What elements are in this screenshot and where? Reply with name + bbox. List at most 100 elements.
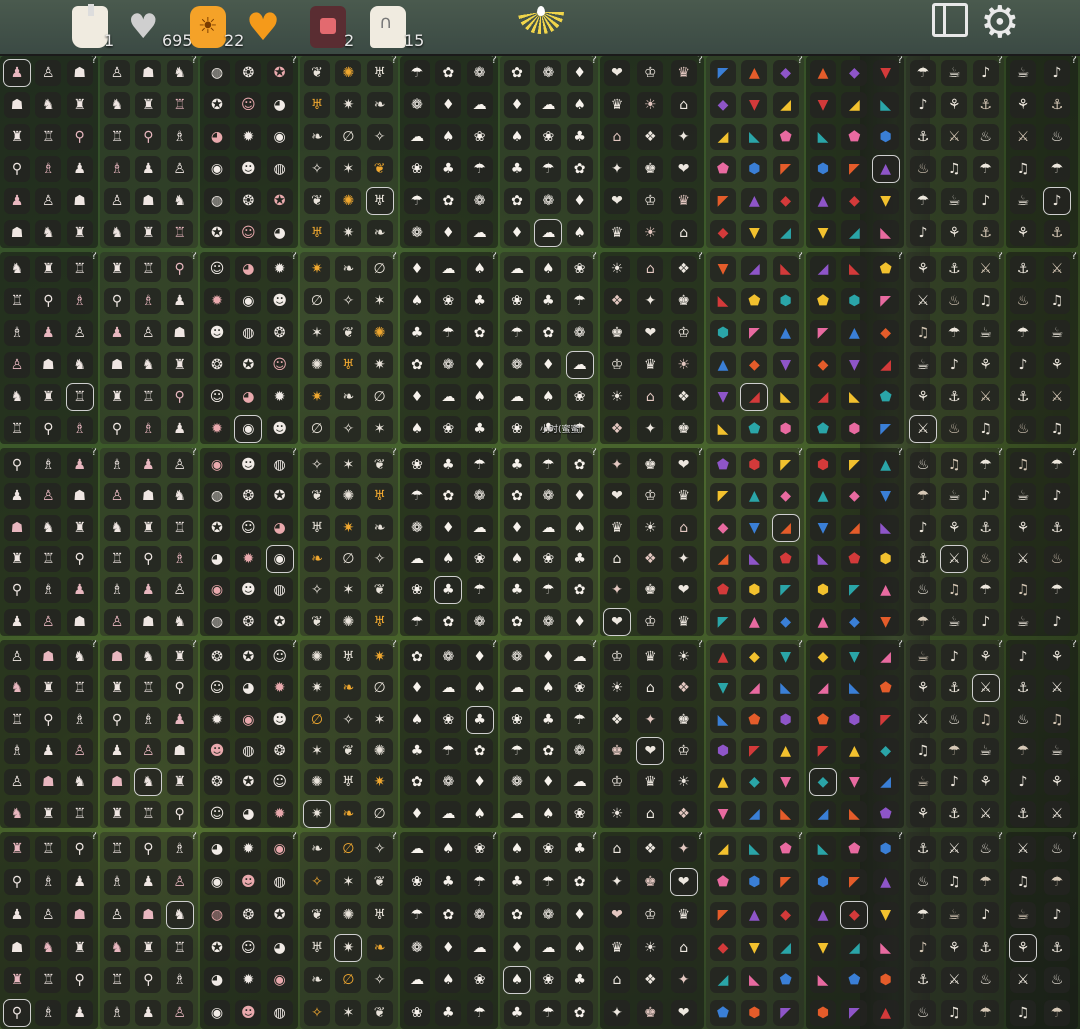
cosmetic-slot-outfits[interactable]: ♟ — [66, 577, 93, 604]
cosmetic-slot-capes[interactable]: ▼ — [741, 220, 768, 246]
cosmetic-slot-props[interactable]: ♪ — [910, 220, 936, 246]
cosmetic-slot-hats[interactable]: ♚ — [670, 416, 697, 442]
cosmetic-slot-outfits[interactable]: ♞ — [4, 675, 30, 702]
cosmetic-slot-capes[interactable]: ▲ — [810, 483, 836, 510]
cosmetic-slot-capes[interactable]: ⬢ — [741, 1000, 768, 1027]
cosmetic-slot-hairstyles[interactable]: ☁ — [404, 836, 430, 862]
cosmetic-slot-necklaces[interactable]: ♅ — [304, 934, 330, 961]
cosmetic-slot-necklaces[interactable]: ❧ — [366, 514, 393, 541]
cosmetic-slot-props[interactable]: ⚔ — [1010, 967, 1036, 994]
cosmetic-slot-hats[interactable]: ♛ — [670, 901, 697, 928]
cosmetic-slot-necklaces[interactable]: ❧ — [335, 675, 362, 702]
cosmetic-slot-capes[interactable]: ▼ — [872, 901, 899, 928]
cosmetic-slot-capes[interactable]: ⬟ — [741, 706, 768, 733]
cosmetic-slot-hats[interactable]: ❖ — [637, 124, 664, 150]
cosmetic-slot-hairstyles[interactable]: ☂ — [566, 288, 593, 314]
cosmetic-slot-hats[interactable]: ☀ — [637, 220, 664, 246]
cosmetic-slot-hairstyles[interactable]: ♦ — [535, 352, 562, 378]
cosmetic-slot-capes[interactable]: ⬟ — [741, 288, 768, 314]
cosmetic-slot-hairstyles[interactable]: ❁ — [504, 644, 530, 670]
cosmetic-slot-props[interactable]: ⚓ — [910, 967, 936, 994]
cosmetic-slot-outfits[interactable]: ♗ — [104, 868, 130, 895]
cosmetic-slot-props[interactable]: ♨ — [972, 836, 999, 862]
cosmetic-slot-capes[interactable]: ◤ — [772, 577, 799, 604]
cosmetic-slot-hairstyles[interactable]: ♣ — [504, 1000, 530, 1027]
cosmetic-slot-outfits[interactable]: ♖ — [35, 967, 62, 994]
cosmetic-slot-outfits[interactable]: ♞ — [66, 769, 93, 796]
cosmetic-slot-outfits[interactable]: ♞ — [134, 768, 163, 797]
cosmetic-slot-masks[interactable]: ◕ — [235, 256, 262, 282]
help-icon[interactable]: ? — [697, 56, 703, 66]
cosmetic-slot-capes[interactable]: ⬢ — [710, 738, 736, 764]
cosmetic-slot-capes[interactable]: ⬢ — [772, 416, 799, 442]
cosmetic-slot-hairstyles[interactable]: ♣ — [504, 156, 530, 182]
cosmetic-slot-hairstyles[interactable]: ♣ — [435, 452, 462, 478]
cosmetic-slot-outfits[interactable]: ♖ — [166, 92, 193, 118]
cosmetic-slot-capes[interactable]: ◣ — [810, 124, 836, 150]
cosmetic-slot-props[interactable]: ☕ — [1010, 60, 1036, 86]
cosmetic-slot-outfits[interactable]: ♖ — [166, 934, 193, 961]
cosmetic-slot-masks[interactable]: ☻ — [235, 452, 262, 478]
cosmetic-slot-hairstyles[interactable]: ♣ — [535, 706, 562, 733]
cosmetic-slot-hairstyles[interactable]: ☁ — [504, 384, 530, 410]
cosmetic-slot-outfits[interactable]: ♖ — [135, 800, 162, 827]
cosmetic-slot-props[interactable]: ⚓ — [972, 92, 999, 118]
cosmetic-slot-props[interactable]: ⚓ — [941, 800, 968, 827]
cosmetic-slot-capes[interactable]: ⬢ — [772, 288, 799, 314]
cosmetic-slot-hairstyles[interactable]: ☁ — [466, 220, 493, 246]
cosmetic-slot-capes[interactable]: ◣ — [841, 256, 868, 282]
cosmetic-slot-hats[interactable]: ☀ — [604, 675, 630, 702]
cosmetic-slot-outfits[interactable]: ♖ — [66, 675, 93, 702]
cosmetic-slot-hairstyles[interactable]: ♠ — [535, 675, 562, 702]
cosmetic-slot-capes[interactable]: ▼ — [710, 800, 736, 827]
cosmetic-slot-hats[interactable]: ❖ — [670, 800, 697, 827]
cosmetic-slot-outfits[interactable]: ♖ — [166, 514, 193, 541]
cosmetic-slot-hairstyles[interactable]: ✿ — [504, 483, 530, 510]
cosmetic-slot-outfits[interactable]: ☗ — [4, 92, 30, 118]
cosmetic-slot-capes[interactable]: ◢ — [810, 256, 836, 282]
cosmetic-slot-capes[interactable]: ◤ — [710, 188, 736, 214]
cosmetic-slot-capes[interactable]: ◢ — [710, 836, 736, 862]
cosmetic-slot-props[interactable]: ♫ — [941, 156, 968, 182]
cosmetic-slot-hats[interactable]: ❤ — [604, 60, 630, 86]
cosmetic-slot-props[interactable]: ☕ — [910, 644, 936, 670]
help-icon[interactable]: ? — [1071, 640, 1077, 650]
cosmetic-slot-hairstyles[interactable]: ❁ — [404, 934, 430, 961]
cosmetic-slot-props[interactable]: ⚓ — [1044, 220, 1070, 246]
cosmetic-slot-capes[interactable]: ⬢ — [872, 967, 899, 994]
cosmetic-slot-masks[interactable]: ✹ — [235, 836, 262, 862]
help-icon[interactable]: ? — [697, 252, 703, 262]
cosmetic-slot-hats[interactable]: ❤ — [670, 1000, 697, 1027]
cosmetic-slot-necklaces[interactable]: ✶ — [335, 452, 362, 478]
cosmetic-slot-props[interactable]: ☕ — [941, 188, 968, 214]
cosmetic-slot-hats[interactable]: ♛ — [637, 769, 664, 796]
cosmetic-slot-hairstyles[interactable]: ❀ — [466, 546, 493, 572]
cosmetic-slot-props[interactable]: ⚓ — [1044, 934, 1070, 961]
cosmetic-slot-capes[interactable]: ◆ — [772, 608, 799, 635]
cosmetic-slot-hairstyles[interactable]: ❀ — [535, 124, 562, 150]
cosmetic-slot-necklaces[interactable]: ❧ — [304, 546, 330, 572]
cosmetic-slot-masks[interactable]: ◉ — [265, 545, 294, 573]
cosmetic-slot-capes[interactable]: ◆ — [772, 188, 799, 214]
cosmetic-slot-necklaces[interactable]: ♅ — [304, 220, 330, 246]
cosmetic-slot-outfits[interactable]: ⚲ — [104, 416, 130, 442]
cosmetic-slot-necklaces[interactable]: ✧ — [304, 156, 330, 182]
cosmetic-slot-hats[interactable]: ♛ — [604, 514, 630, 541]
cosmetic-slot-outfits[interactable]: ♟ — [135, 452, 162, 478]
cosmetic-slot-capes[interactable]: ▲ — [741, 60, 768, 86]
cosmetic-slot-props[interactable]: ⚔ — [972, 800, 999, 827]
cosmetic-slot-masks[interactable]: ☻ — [204, 320, 230, 346]
cosmetic-slot-outfits[interactable]: ☗ — [166, 738, 193, 764]
cosmetic-slot-necklaces[interactable]: ♅ — [335, 769, 362, 796]
cosmetic-slot-props[interactable]: ♨ — [910, 156, 936, 182]
cosmetic-slot-capes[interactable]: ▲ — [741, 483, 768, 510]
cosmetic-slot-capes[interactable]: ◣ — [741, 967, 768, 994]
cosmetic-slot-props[interactable]: ☂ — [972, 577, 999, 604]
cosmetic-slot-outfits[interactable]: ♙ — [35, 901, 62, 928]
cosmetic-slot-hairstyles[interactable]: ♦ — [566, 901, 593, 928]
cosmetic-slot-necklaces[interactable]: ✧ — [304, 577, 330, 604]
cosmetic-slot-hats[interactable]: ⌂ — [604, 836, 630, 862]
cosmetic-slot-hairstyles[interactable]: ☂ — [404, 901, 430, 928]
cosmetic-slot-hats[interactable]: ♚ — [670, 706, 697, 733]
cosmetic-slot-capes[interactable]: ◤ — [772, 452, 799, 478]
